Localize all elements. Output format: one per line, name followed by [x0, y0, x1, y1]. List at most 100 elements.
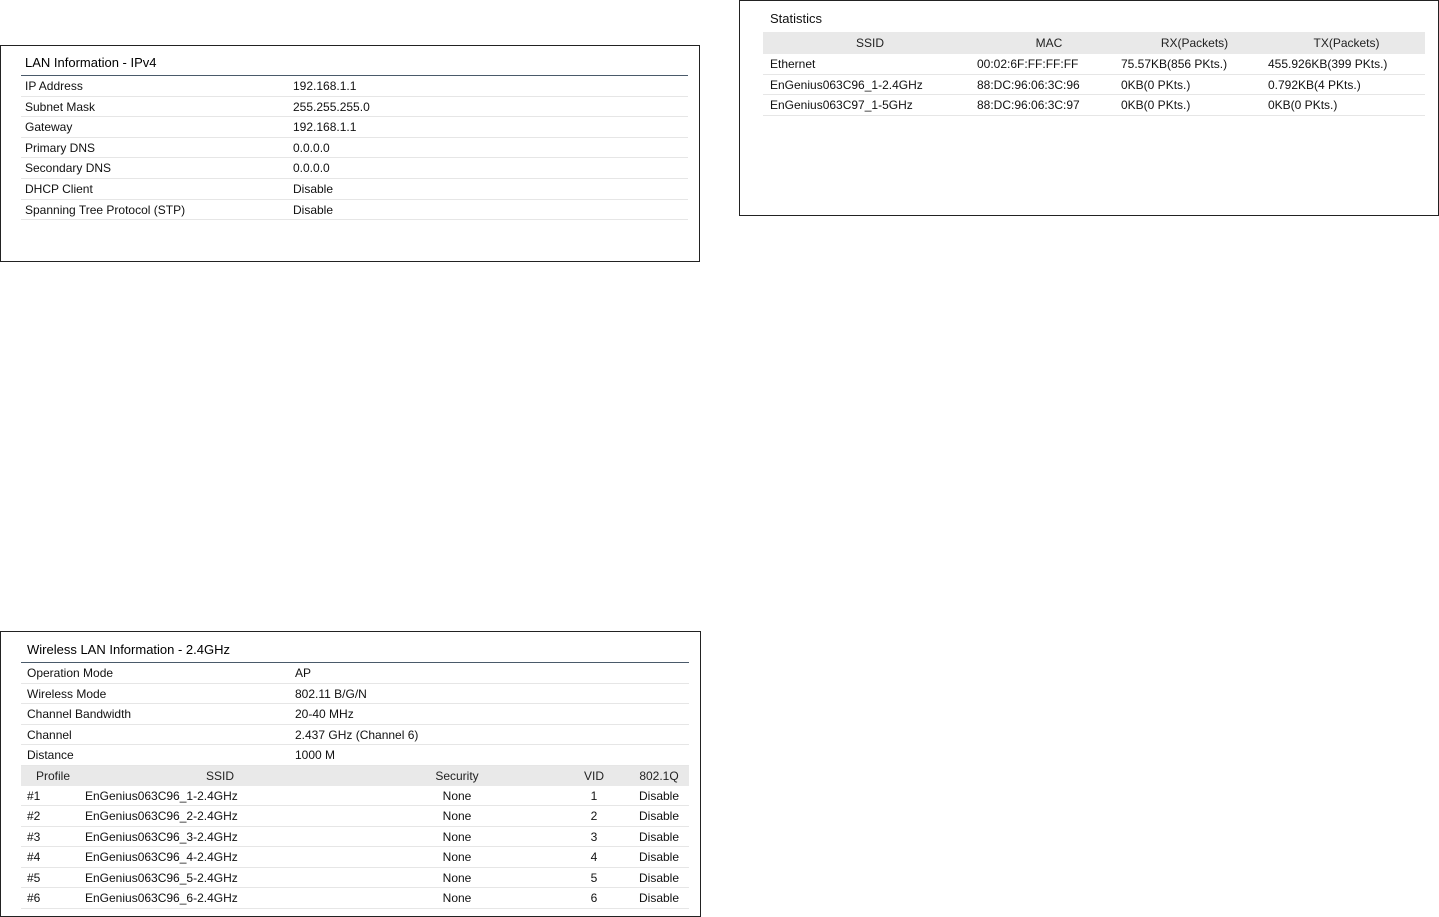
ssid-cell: Ethernet	[770, 57, 816, 71]
table-row: #2 EnGenius063C96_2-2.4GHz None 2 Disabl…	[21, 806, 689, 827]
column-header-mac: MAC	[1035, 36, 1063, 50]
wlan-label: Operation Mode	[27, 666, 114, 680]
profile-cell: #6	[27, 891, 41, 906]
lan-label: DHCP Client	[25, 181, 93, 196]
table-row: EnGenius063C96_1-2.4GHz 88:DC:96:06:3C:9…	[763, 75, 1425, 95]
profile-cell: #4	[27, 850, 41, 865]
wlan-value: 1000 M	[295, 748, 336, 763]
ssid-cell: EnGenius063C96_1-2.4GHz	[85, 788, 238, 803]
lan-row-primary-dns: Primary DNS 0.0.0.0	[21, 138, 688, 159]
table-row: #4 EnGenius063C96_4-2.4GHz None 4 Disabl…	[21, 847, 689, 868]
security-cell: None	[442, 850, 472, 865]
lan-label: Subnet Mask	[25, 99, 96, 114]
wlan-row-operation-mode: Operation Mode AP	[21, 663, 689, 684]
vid-cell: 3	[590, 829, 598, 844]
wlan-row-wireless-mode: Wireless Mode 802.11 B/G/N	[21, 684, 689, 705]
column-header-vid: VID	[583, 768, 604, 783]
ssid-cell: EnGenius063C96_3-2.4GHz	[85, 829, 238, 844]
statistics-title: Statistics	[770, 11, 823, 26]
column-header-tx: TX(Packets)	[1313, 36, 1380, 50]
lan-label: Secondary DNS	[25, 161, 112, 176]
security-cell: None	[442, 829, 472, 844]
wlan-value: AP	[295, 666, 312, 680]
statistics-content: Statistics SSID MAC RX(Packets) TX(Packe…	[763, 6, 1425, 116]
mac-cell: 00:02:6F:FF:FF:FF	[977, 57, 1079, 71]
lan-value: 0.0.0.0	[293, 140, 330, 155]
profile-table-header: Profile SSID Security VID 802.1Q	[21, 765, 689, 786]
lan-value: 0.0.0.0	[293, 161, 330, 176]
lan-information-panel: LAN Information - IPv4 IP Address 192.16…	[0, 45, 700, 262]
lan-row-secondary-dns: Secondary DNS 0.0.0.0	[21, 158, 688, 179]
wlan-row-channel: Channel 2.437 GHz (Channel 6)	[21, 725, 689, 746]
table-row: #5 EnGenius063C96_5-2.4GHz None 5 Disabl…	[21, 868, 689, 889]
8021q-cell: Disable	[638, 809, 680, 824]
security-cell: None	[442, 809, 472, 824]
wlan-value: 20-40 MHz	[295, 707, 354, 722]
column-header-security: Security	[435, 768, 479, 783]
ssid-cell: EnGenius063C96_5-2.4GHz	[85, 870, 238, 885]
lan-row-gateway: Gateway 192.168.1.1	[21, 117, 688, 138]
wlan-row-distance: Distance 1000 M	[21, 745, 689, 766]
mac-cell: 88:DC:96:06:3C:96	[977, 77, 1080, 92]
ssid-cell: EnGenius063C97_1-5GHz	[770, 98, 913, 112]
wireless-lan-content: Wireless LAN Information - 2.4GHz Operat…	[21, 637, 689, 909]
profile-cell: #2	[27, 809, 41, 824]
lan-information-content: LAN Information - IPv4 IP Address 192.16…	[21, 50, 688, 221]
column-header-ssid: SSID	[855, 36, 884, 50]
vid-cell: 2	[590, 809, 598, 824]
vid-cell: 1	[590, 788, 598, 803]
statistics-panel: Statistics SSID MAC RX(Packets) TX(Packe…	[739, 0, 1439, 216]
statistics-table-header: SSID MAC RX(Packets) TX(Packets)	[763, 32, 1425, 54]
wireless-lan-information-panel: Wireless LAN Information - 2.4GHz Operat…	[0, 631, 701, 917]
table-row: EnGenius063C97_1-5GHz 88:DC:96:06:3C:97 …	[763, 95, 1425, 116]
wlan-label: Distance	[27, 748, 74, 763]
lan-row-stp: Spanning Tree Protocol (STP) Disable	[21, 200, 688, 221]
tx-cell: 0KB(0 PKts.)	[1268, 98, 1338, 112]
wlan-label: Wireless Mode	[27, 686, 107, 701]
lan-information-title: LAN Information - IPv4	[21, 50, 688, 76]
lan-value: Disable	[293, 202, 334, 217]
8021q-cell: Disable	[638, 788, 680, 803]
ssid-cell: EnGenius063C96_4-2.4GHz	[85, 850, 238, 865]
wlan-label: Channel	[27, 727, 72, 742]
table-row: #6 EnGenius063C96_6-2.4GHz None 6 Disabl…	[21, 888, 689, 909]
table-row: #1 EnGenius063C96_1-2.4GHz None 1 Disabl…	[21, 786, 689, 807]
vid-cell: 5	[590, 870, 598, 885]
lan-label: Gateway	[25, 120, 73, 135]
8021q-cell: Disable	[638, 829, 680, 844]
lan-value: 192.168.1.1	[293, 79, 357, 93]
8021q-cell: Disable	[638, 891, 680, 906]
rx-cell: 0KB(0 PKts.)	[1121, 98, 1191, 112]
profile-cell: #5	[27, 870, 41, 885]
ssid-cell: EnGenius063C96_1-2.4GHz	[770, 77, 923, 92]
lan-row-dhcp-client: DHCP Client Disable	[21, 179, 688, 200]
rx-cell: 0KB(0 PKts.)	[1121, 77, 1191, 92]
column-header-8021q: 802.1Q	[639, 768, 679, 783]
lan-label: Spanning Tree Protocol (STP)	[25, 202, 186, 217]
lan-row-ip-address: IP Address 192.168.1.1	[21, 76, 688, 97]
lan-label: Primary DNS	[25, 140, 96, 155]
tx-cell: 0.792KB(4 PKts.)	[1268, 77, 1361, 92]
wlan-value: 2.437 GHz (Channel 6)	[295, 727, 419, 742]
lan-value: Disable	[293, 181, 334, 196]
mac-cell: 88:DC:96:06:3C:97	[977, 98, 1080, 112]
lan-value: 192.168.1.1	[293, 120, 357, 135]
rx-cell: 75.57KB(856 PKts.)	[1121, 57, 1228, 71]
profile-cell: #1	[27, 788, 41, 803]
profile-cell: #3	[27, 829, 41, 844]
table-row: Ethernet 00:02:6F:FF:FF:FF 75.57KB(856 P…	[763, 54, 1425, 75]
column-header-ssid: SSID	[205, 768, 234, 783]
lan-row-subnet-mask: Subnet Mask 255.255.255.0	[21, 97, 688, 118]
lan-value: 255.255.255.0	[293, 99, 370, 114]
ssid-cell: EnGenius063C96_2-2.4GHz	[85, 809, 238, 824]
ssid-cell: EnGenius063C96_6-2.4GHz	[85, 891, 238, 906]
security-cell: None	[442, 891, 472, 906]
vid-cell: 6	[590, 891, 598, 906]
lan-label: IP Address	[25, 79, 83, 93]
wlan-value: 802.11 B/G/N	[295, 686, 367, 701]
column-header-profile: Profile	[35, 768, 70, 783]
tx-cell: 455.926KB(399 PKts.)	[1268, 57, 1388, 71]
security-cell: None	[442, 788, 472, 803]
column-header-rx: RX(Packets)	[1160, 36, 1229, 50]
vid-cell: 4	[590, 850, 598, 865]
